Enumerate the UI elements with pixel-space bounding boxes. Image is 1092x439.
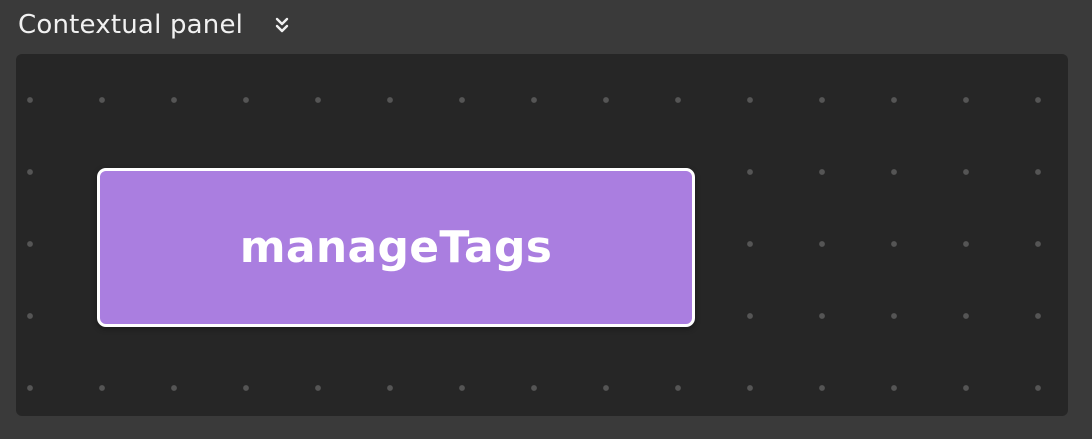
double-chevron-down-icon[interactable] (273, 15, 291, 35)
flow-node-manage-tags[interactable]: manageTags (97, 168, 695, 327)
panel-title: Contextual panel (18, 10, 244, 40)
node-label: manageTags (239, 222, 553, 273)
panel-header: Contextual panel (18, 8, 291, 42)
flow-canvas[interactable]: manageTags (16, 54, 1068, 416)
